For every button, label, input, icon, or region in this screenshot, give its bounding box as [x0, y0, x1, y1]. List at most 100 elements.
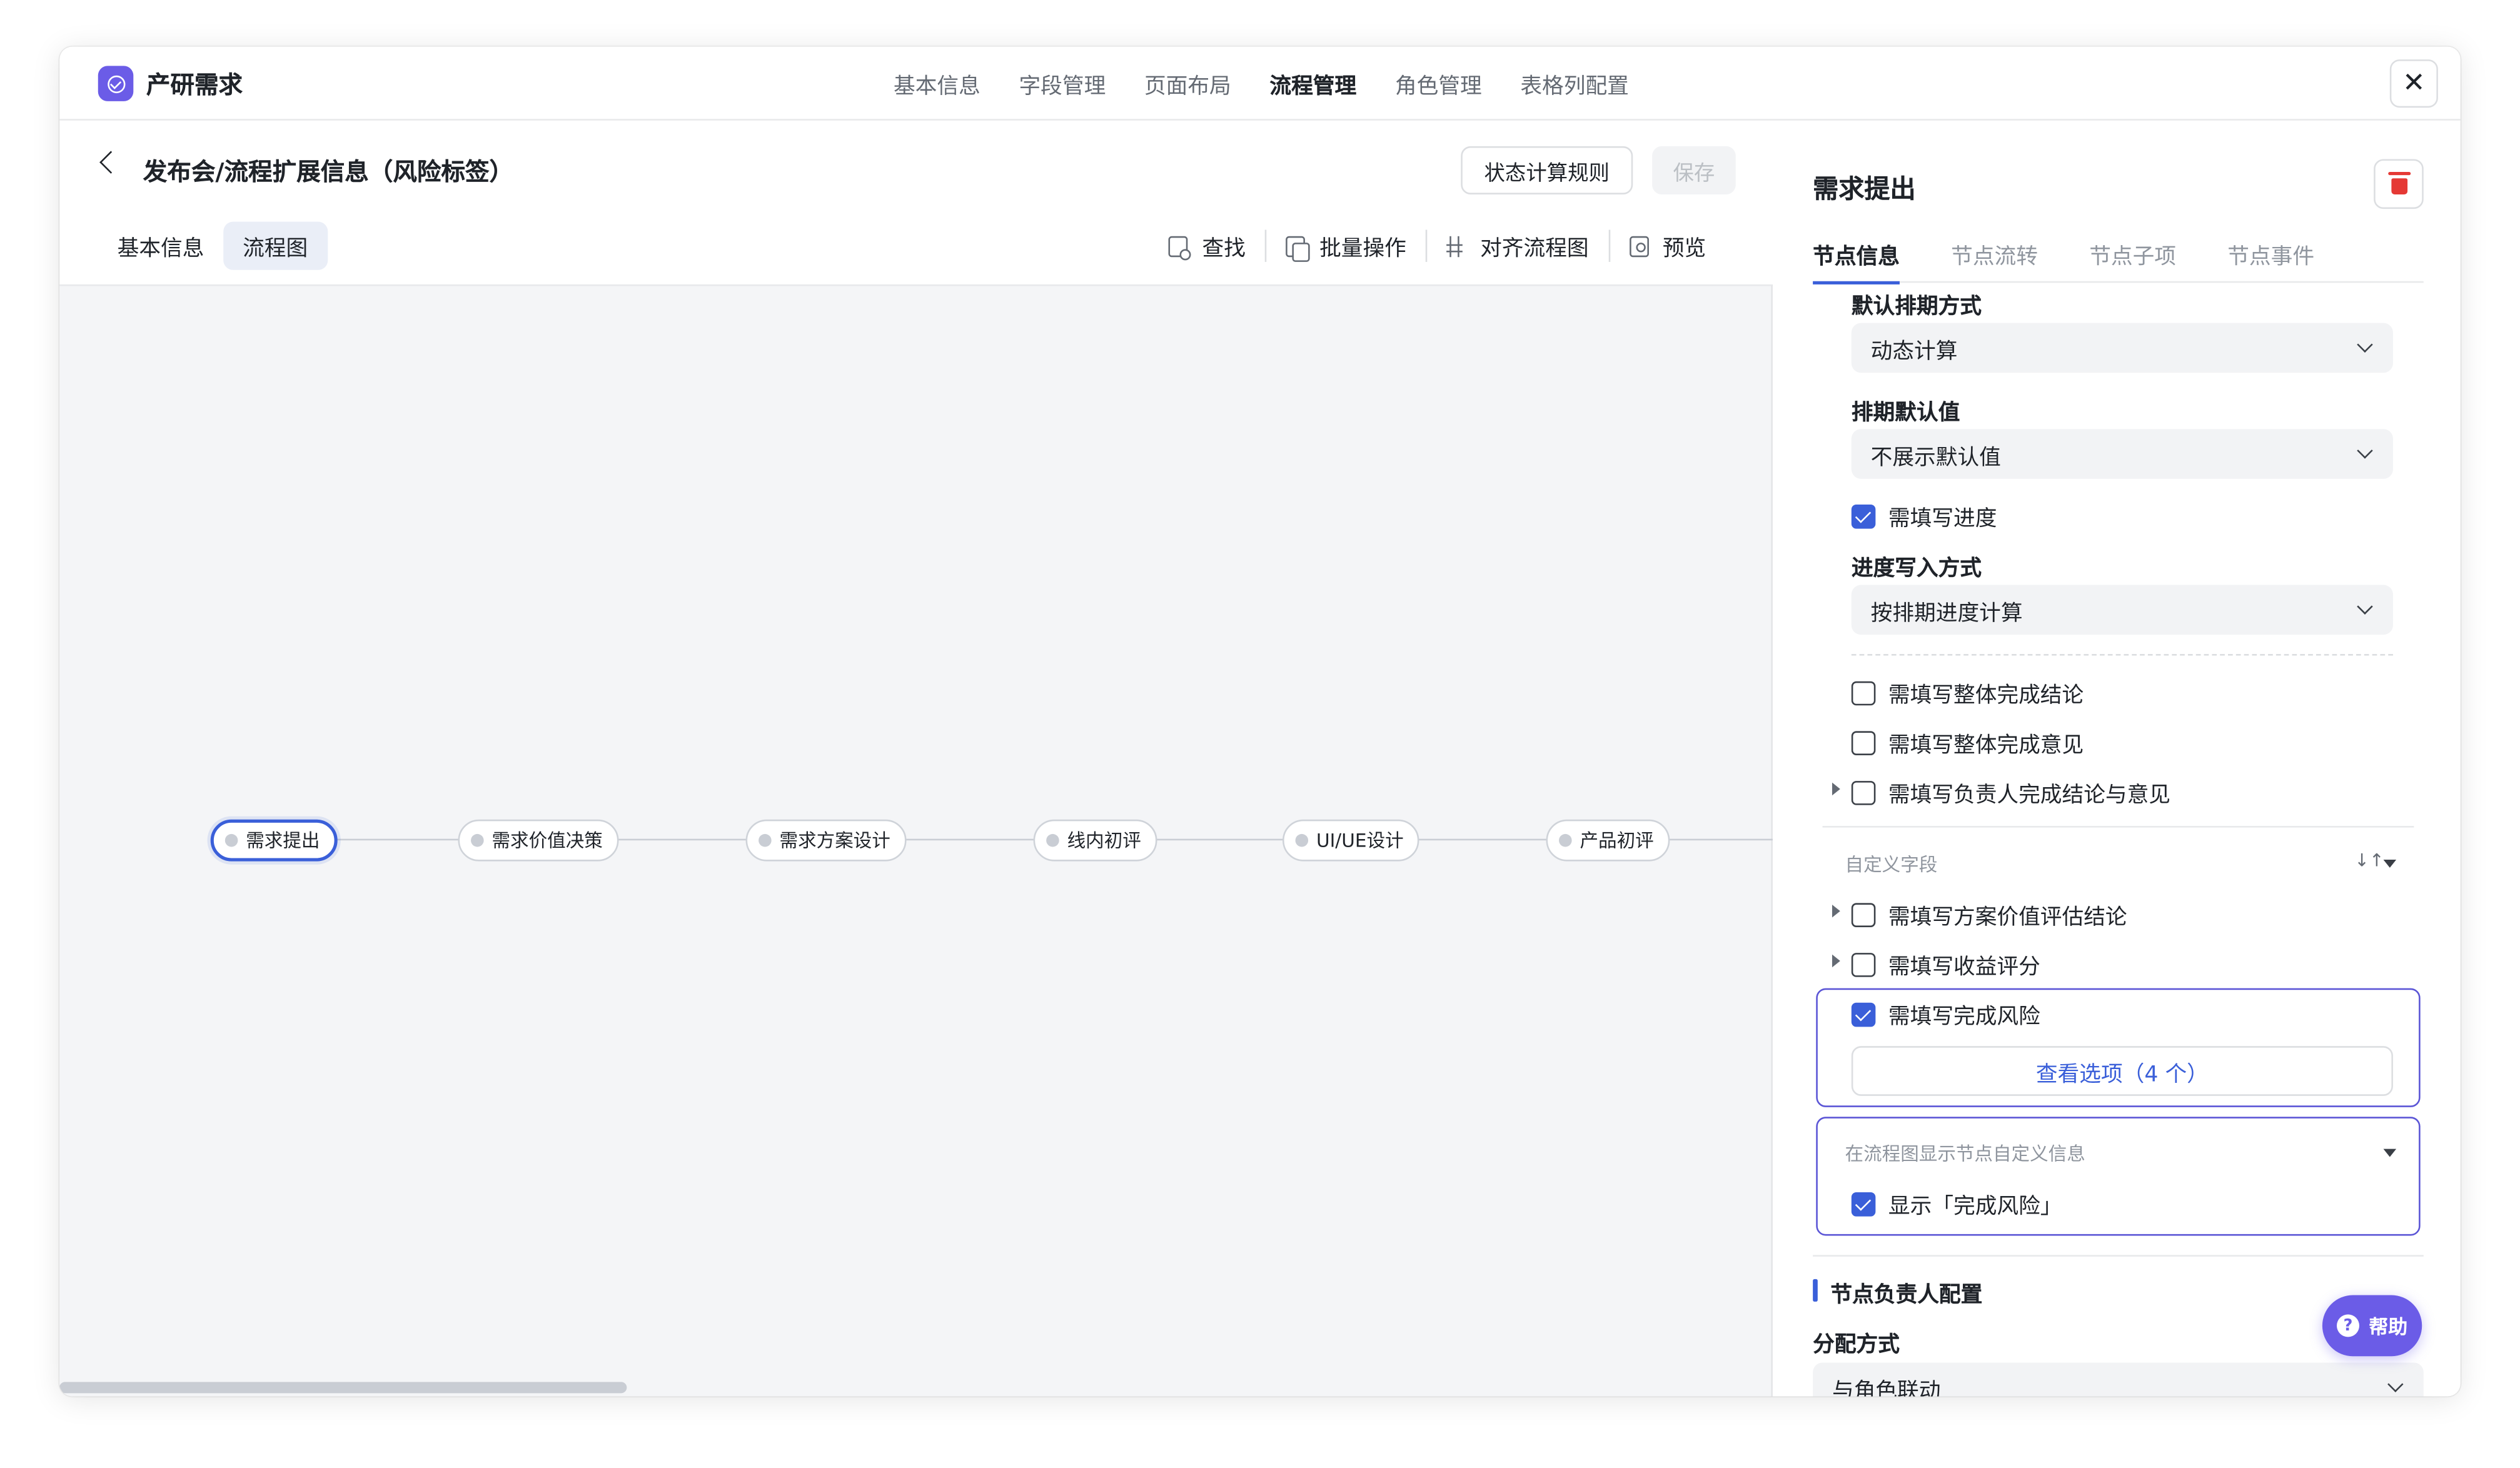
need-overall-conclusion-label: 需填写整体完成结论 — [1888, 683, 2084, 709]
batch-operation-button[interactable]: 批量操作 — [1286, 230, 1406, 262]
back-icon[interactable] — [99, 151, 123, 174]
need-value-eval-checkbox[interactable]: 需填写方案价值评估结论 — [1851, 898, 2127, 930]
app-window: 产研需求 基本信息 字段管理 页面布局 流程管理 角色管理 表格列配置 ✕ 发布… — [59, 46, 2461, 1397]
node-label: 需求价值决策 — [491, 829, 603, 852]
tab-node-transition[interactable]: 节点流转 — [1951, 238, 2038, 283]
default-schedule-select[interactable]: 动态计算 — [1851, 323, 2393, 373]
delete-node-button[interactable] — [2374, 159, 2424, 209]
view-options-button[interactable]: 查看选项（4 个） — [1851, 1046, 2393, 1096]
align-label: 对齐流程图 — [1480, 236, 1589, 262]
help-label: 帮助 — [2369, 1315, 2408, 1338]
top-tab-flow-management[interactable]: 流程管理 — [1269, 68, 1356, 99]
flow-node-ui-ue-design[interactable]: UI/UE设计 — [1282, 819, 1420, 862]
flow-connector-line — [220, 838, 1773, 841]
node-label: 需求方案设计 — [779, 829, 890, 852]
owner-config-title: 节点负责人配置 — [1830, 1282, 1983, 1309]
chevron-down-icon — [2357, 336, 2373, 353]
node-label: 产品初评 — [1580, 829, 1654, 852]
top-tab-page-layout[interactable]: 页面布局 — [1144, 68, 1231, 99]
preview-button[interactable]: 预览 — [1628, 230, 1706, 262]
expand-caret-icon[interactable] — [1832, 904, 1840, 918]
find-icon — [1168, 235, 1191, 260]
need-overall-opinion-checkbox[interactable]: 需填写整体完成意见 — [1851, 726, 2084, 759]
need-overall-opinion-label: 需填写整体完成意见 — [1888, 732, 2084, 759]
checkbox-checked-icon — [1851, 503, 1876, 528]
assign-mode-value: 与角色联动 — [1832, 1377, 1941, 1397]
need-risk-label: 需填写完成风险 — [1888, 1004, 2040, 1030]
help-icon: ? — [2336, 1314, 2359, 1337]
checkbox-checked-icon — [1851, 1191, 1876, 1216]
checkbox-icon — [1851, 730, 1876, 755]
node-settings-panel: 默认排期方式 动态计算 排期默认值 不展示默认值 需填写进度 进度写入方式 按排… — [1813, 284, 2424, 1397]
expand-caret-icon[interactable] — [1832, 954, 1840, 968]
top-tab-field-management[interactable]: 字段管理 — [1019, 68, 1106, 99]
need-revenue-score-label: 需填写收益评分 — [1888, 954, 2040, 980]
flow-node-product-review[interactable]: 产品初评 — [1546, 819, 1670, 862]
toolbar-divider — [1264, 229, 1267, 262]
trash-icon — [2387, 172, 2410, 194]
need-progress-checkbox[interactable]: 需填写进度 — [1851, 500, 1997, 532]
node-status-dot — [759, 833, 772, 847]
node-status-dot — [224, 833, 238, 847]
save-button[interactable]: 保存 — [1652, 146, 1736, 194]
flow-canvas[interactable]: 需求提出 需求价值决策 需求方案设计 线内初评 UI/UE设计 产品初评 — [59, 284, 1773, 1397]
section-accent-bar — [1813, 1279, 1818, 1302]
close-icon[interactable]: ✕ — [2389, 59, 2438, 108]
sub-tab-flowchart[interactable]: 流程图 — [223, 221, 328, 270]
assign-mode-select[interactable]: 与角色联动 — [1813, 1362, 2424, 1397]
top-tab-basic-info[interactable]: 基本信息 — [894, 68, 980, 99]
assign-mode-label: 分配方式 — [1813, 1332, 1900, 1358]
flow-node-demand-proposal[interactable]: 需求提出 — [210, 819, 338, 862]
node-status-dot — [1046, 833, 1059, 847]
default-schedule-label: 默认排期方式 — [1851, 294, 1982, 320]
flow-node-value-decision[interactable]: 需求价值决策 — [458, 819, 619, 862]
show-risk-label: 显示「完成风险」 — [1888, 1194, 2062, 1220]
copy-icon — [1286, 235, 1310, 261]
node-label: 线内初评 — [1067, 829, 1141, 852]
section-divider — [1851, 654, 2393, 656]
page-title: 发布会/流程扩展信息（风险标签） — [143, 157, 514, 187]
chevron-down-icon — [2387, 1376, 2404, 1392]
node-status-dot — [1295, 833, 1309, 847]
tab-node-events[interactable]: 节点事件 — [2227, 238, 2314, 283]
schedule-default-select[interactable]: 不展示默认值 — [1851, 429, 2393, 479]
top-tab-role-management[interactable]: 角色管理 — [1395, 68, 1482, 99]
app-logo-icon — [98, 66, 134, 101]
top-tab-table-columns[interactable]: 表格列配置 — [1520, 68, 1628, 99]
chevron-down-icon — [2357, 443, 2373, 459]
need-revenue-score-checkbox[interactable]: 需填写收益评分 — [1851, 948, 2040, 980]
show-risk-checkbox[interactable]: 显示「完成风险」 — [1851, 1187, 2062, 1220]
node-label: UI/UE设计 — [1316, 829, 1404, 852]
schedule-default-value: 不展示默认值 — [1870, 444, 2001, 470]
find-button[interactable]: 查找 — [1168, 230, 1246, 262]
title-bar: 产研需求 基本信息 字段管理 页面布局 流程管理 角色管理 表格列配置 ✕ — [59, 47, 2461, 121]
state-rule-button[interactable]: 状态计算规则 — [1461, 146, 1633, 194]
progress-mode-label: 进度写入方式 — [1851, 556, 1982, 582]
need-overall-conclusion-checkbox[interactable]: 需填写整体完成结论 — [1851, 676, 2084, 709]
progress-mode-value: 按排期进度计算 — [1870, 600, 2023, 626]
section-divider — [1813, 1255, 2424, 1257]
checkbox-icon — [1851, 902, 1876, 927]
tab-node-subitems[interactable]: 节点子项 — [2089, 238, 2176, 283]
progress-mode-select[interactable]: 按排期进度计算 — [1851, 585, 2393, 635]
checkbox-icon — [1851, 780, 1876, 805]
toolbar-divider — [1608, 229, 1610, 262]
expand-caret-icon[interactable] — [1832, 782, 1840, 796]
need-owner-conclusion-checkbox[interactable]: 需填写负责人完成结论与意见 — [1851, 776, 2170, 808]
sort-icon[interactable]: ↓↑ — [2354, 850, 2384, 871]
help-button[interactable]: ? 帮助 — [2322, 1295, 2422, 1357]
need-owner-conclusion-label: 需填写负责人完成结论与意见 — [1888, 782, 2170, 808]
flow-node-initial-review[interactable]: 线内初评 — [1033, 819, 1157, 862]
preview-label: 预览 — [1662, 236, 1706, 262]
collapse-caret-icon[interactable] — [2383, 860, 2397, 868]
toolbar-divider — [1425, 229, 1428, 262]
align-flowchart-button[interactable]: 对齐流程图 — [1446, 230, 1589, 262]
sub-tab-basic-info[interactable]: 基本信息 — [98, 222, 223, 270]
tab-node-info[interactable]: 节点信息 — [1813, 238, 1900, 284]
flow-display-label: 在流程图显示节点自定义信息 — [1845, 1142, 2085, 1165]
checkbox-icon — [1851, 680, 1876, 705]
need-risk-checkbox[interactable]: 需填写完成风险 — [1851, 998, 2040, 1030]
collapse-caret-icon[interactable] — [2383, 1149, 2397, 1157]
flow-node-solution-design[interactable]: 需求方案设计 — [745, 819, 907, 862]
horizontal-scrollbar[interactable] — [59, 1382, 627, 1394]
